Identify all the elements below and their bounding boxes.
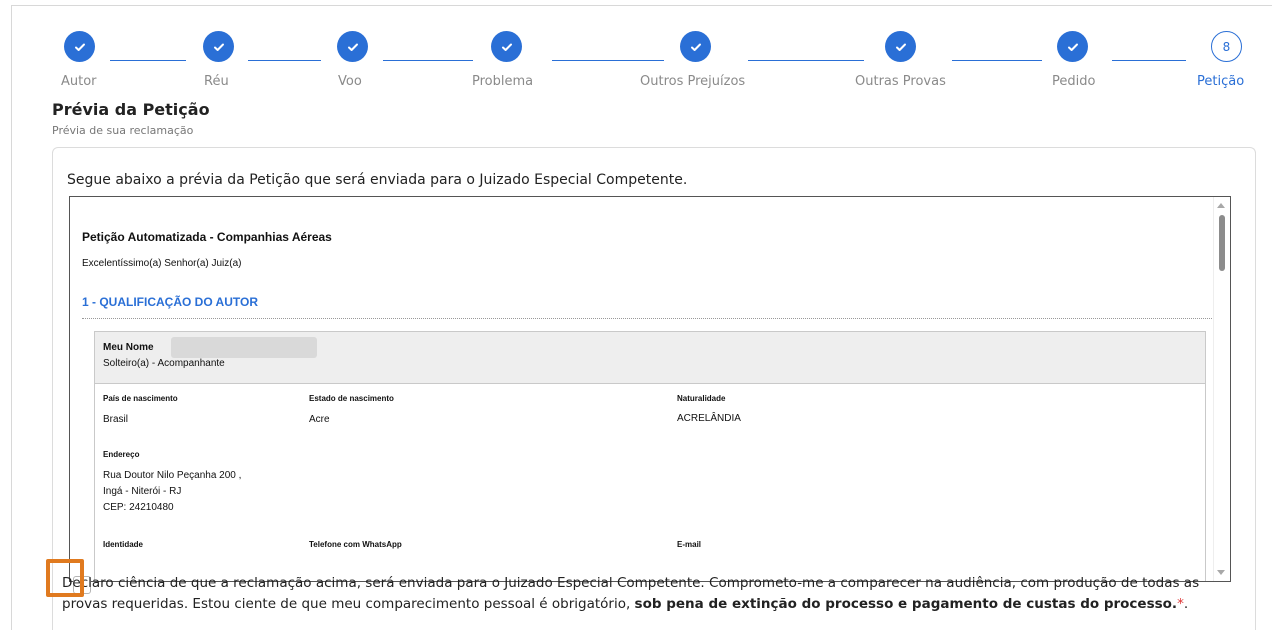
step-label-autor[interactable]: Autor bbox=[61, 74, 97, 89]
identity-label: Identidade bbox=[103, 540, 144, 549]
address-line-3: CEP: 24210480 bbox=[103, 502, 174, 513]
scroll-up-arrow-icon[interactable] bbox=[1217, 203, 1225, 208]
naturality-value: ACRELÂNDIA bbox=[677, 413, 741, 424]
petition-preview-frame[interactable]: Petição Automatizada - Companhias Aéreas… bbox=[69, 196, 1231, 582]
section-divider bbox=[82, 318, 1214, 319]
declaration-text: Declaro ciência de que a reclamação acim… bbox=[62, 573, 1242, 615]
step-label-outras-provas[interactable]: Outras Provas bbox=[855, 74, 946, 89]
preview-scrollbar[interactable] bbox=[1213, 197, 1230, 581]
country-value: Brasil bbox=[103, 414, 129, 425]
step-connector bbox=[748, 60, 864, 61]
step-connector bbox=[952, 60, 1042, 61]
page-subtitle: Prévia de sua reclamação bbox=[52, 124, 194, 137]
address-line-2: Ingá - Niterói - RJ bbox=[103, 486, 182, 497]
state-label: Estado de nascimento bbox=[309, 394, 394, 403]
step-connector bbox=[248, 60, 321, 61]
step-connector bbox=[1112, 60, 1186, 61]
step-connector bbox=[110, 60, 186, 61]
state-value: Acre bbox=[309, 414, 330, 425]
step-reu-check-icon[interactable] bbox=[203, 31, 234, 62]
step-label-outros-prejuizos[interactable]: Outros Prejuízos bbox=[640, 74, 745, 89]
qualification-header: Meu Nome Solteiro(a) - Acompanhante bbox=[95, 332, 1205, 384]
country-label: País de nascimento bbox=[103, 394, 178, 403]
step-label-problema[interactable]: Problema bbox=[472, 74, 533, 89]
step-voo-check-icon[interactable] bbox=[337, 31, 368, 62]
naturality-label: Naturalidade bbox=[677, 394, 726, 403]
doc-title: Petição Automatizada - Companhias Aéreas bbox=[82, 230, 332, 244]
step-problema-check-icon[interactable] bbox=[491, 31, 522, 62]
step-connector bbox=[383, 60, 473, 61]
doc-salutation: Excelentíssimo(a) Senhor(a) Juiz(a) bbox=[82, 258, 242, 269]
step-peticao-number[interactable]: 8 bbox=[1211, 31, 1242, 62]
civil-status: Solteiro(a) - Acompanhante bbox=[103, 358, 225, 369]
wizard-stepper: 8 Autor Réu Voo Problema Outros Prejuízo… bbox=[0, 0, 1272, 100]
intro-text: Segue abaixo a prévia da Petição que ser… bbox=[67, 172, 688, 188]
step-connector bbox=[552, 60, 664, 61]
address-line-1: Rua Doutor Nilo Peçanha 200 , bbox=[103, 470, 242, 481]
scroll-thumb[interactable] bbox=[1219, 215, 1225, 271]
declaration-text-end: . bbox=[1183, 596, 1189, 612]
page-title: Prévia da Petição bbox=[52, 100, 210, 119]
step-outras-provas-check-icon[interactable] bbox=[885, 31, 916, 62]
section-title: 1 - QUALIFICAÇÃO DO AUTOR bbox=[82, 295, 258, 309]
step-autor-check-icon[interactable] bbox=[64, 31, 95, 62]
step-label-peticao[interactable]: Petição bbox=[1197, 74, 1244, 89]
step-label-reu[interactable]: Réu bbox=[204, 74, 229, 89]
email-label: E-mail bbox=[677, 540, 702, 549]
required-mark: * bbox=[1177, 596, 1184, 612]
step-label-voo[interactable]: Voo bbox=[338, 74, 362, 89]
name-label: Meu Nome bbox=[103, 342, 154, 353]
step-outros-prejuizos-check-icon[interactable] bbox=[680, 31, 711, 62]
step-label-pedido[interactable]: Pedido bbox=[1052, 74, 1095, 89]
qualification-box: Meu Nome Solteiro(a) - Acompanhante País… bbox=[94, 331, 1206, 581]
preview-card: Segue abaixo a prévia da Petição que ser… bbox=[52, 147, 1256, 630]
redacted-name bbox=[171, 337, 317, 358]
phone-label: Telefone com WhatsApp bbox=[309, 540, 402, 549]
step-pedido-check-icon[interactable] bbox=[1057, 31, 1088, 62]
address-label: Endereço bbox=[103, 450, 140, 459]
declaration-text-bold: sob pena de extinção do processo e pagam… bbox=[634, 596, 1178, 612]
